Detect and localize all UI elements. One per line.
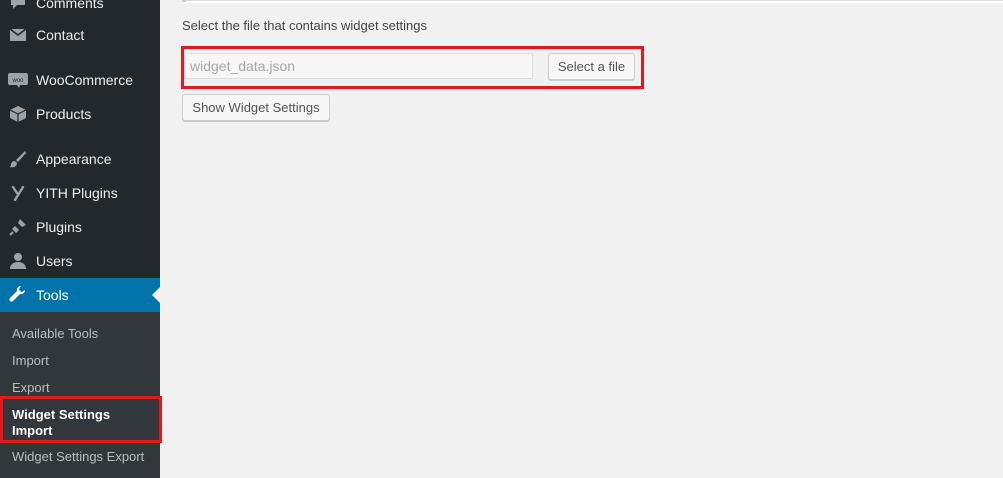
tools-submenu: Available Tools Import Export Widget Set… — [0, 312, 160, 478]
admin-sidebar: Comments Contact woo WooCommerce Product… — [0, 0, 160, 478]
sidebar-item-comments[interactable]: Comments — [0, 0, 160, 20]
submenu-item-available-tools[interactable]: Available Tools — [12, 326, 98, 341]
select-file-button[interactable]: Select a file — [548, 53, 635, 80]
woocommerce-icon: woo — [8, 71, 28, 89]
sidebar-item-label: Plugins — [36, 219, 82, 235]
sidebar-item-label: Tools — [36, 287, 69, 303]
user-icon — [8, 252, 28, 270]
box-icon — [8, 105, 28, 123]
submenu-item-widget-settings-export[interactable]: Widget Settings Export — [12, 449, 144, 464]
file-instruction-text: Select the file that contains widget set… — [182, 18, 427, 33]
sidebar-item-label: Products — [36, 106, 92, 122]
plug-icon — [8, 218, 28, 236]
submenu-item-widget-settings-import[interactable]: Widget Settings Import — [12, 407, 110, 439]
sidebar-item-yith-plugins[interactable]: YITH Plugins — [0, 176, 160, 210]
yith-icon — [8, 184, 28, 202]
submenu-item-label-line2: Import — [12, 423, 53, 438]
sidebar-item-label: Users — [36, 253, 73, 269]
sidebar-item-products[interactable]: Products — [0, 97, 160, 131]
sidebar-item-label: Contact — [36, 27, 85, 43]
show-widget-settings-button[interactable]: Show Widget Settings — [182, 94, 330, 121]
sidebar-item-label: Appearance — [36, 151, 112, 167]
submenu-item-import[interactable]: Import — [12, 353, 49, 368]
comments-icon — [8, 0, 28, 12]
content-box-corner — [182, 0, 186, 2]
submenu-item-label-line1: Widget Settings — [12, 407, 111, 422]
sidebar-item-contact[interactable]: Contact — [0, 18, 160, 52]
content-box-edge — [182, 0, 1003, 3]
wrench-icon — [8, 286, 28, 304]
sidebar-item-label: YITH Plugins — [36, 185, 118, 201]
sidebar-item-plugins[interactable]: Plugins — [0, 210, 160, 244]
sidebar-item-label: WooCommerce — [36, 72, 133, 88]
current-menu-arrow — [152, 287, 160, 303]
sidebar-item-tools[interactable]: Tools — [0, 278, 160, 312]
submenu-item-export[interactable]: Export — [12, 380, 50, 395]
envelope-icon — [8, 26, 28, 44]
sidebar-item-woocommerce[interactable]: woo WooCommerce — [0, 63, 160, 97]
sidebar-item-appearance[interactable]: Appearance — [0, 142, 160, 176]
woo-badge-text: woo — [11, 78, 24, 84]
file-path-input[interactable] — [184, 53, 533, 79]
sidebar-item-label: Comments — [36, 0, 104, 11]
sidebar-item-users[interactable]: Users — [0, 244, 160, 278]
paintbrush-icon — [8, 150, 28, 168]
